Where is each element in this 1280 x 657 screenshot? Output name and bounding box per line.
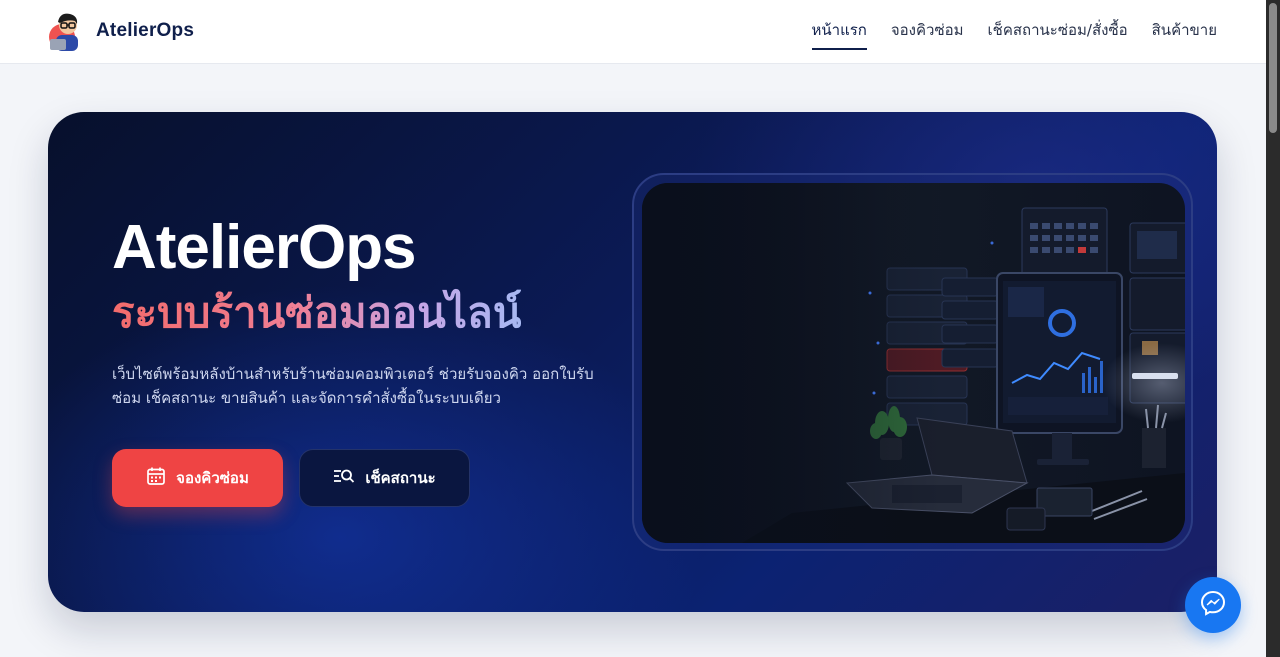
book-repair-button-label: จองคิวซ่อม [176, 469, 249, 487]
hero-description: เว็บไซต์พร้อมหลังบ้านสำหรับร้านซ่อมคอมพิ… [112, 365, 594, 407]
developer-avatar-icon [48, 11, 86, 51]
hero-subtitle: ระบบร้านซ่อมออนไลน์ [112, 280, 521, 346]
hero-section: AtelierOps ระบบร้านซ่อมออนไลน์ เว็บไซต์พ… [48, 112, 1217, 612]
book-repair-button[interactable]: จองคิวซ่อม [112, 449, 283, 507]
check-status-button[interactable]: เช็คสถานะ [299, 449, 470, 507]
nav-item-home[interactable]: หน้าแรก [811, 18, 867, 50]
calendar-icon [146, 466, 166, 490]
main-nav: หน้าแรก จองคิวซ่อม เช็คสถานะซ่อม/สั่งซื้… [811, 18, 1217, 50]
hero-title: AtelierOps [112, 213, 417, 282]
repair-dashboard-illustration [642, 183, 1185, 543]
nav-item-products[interactable]: สินค้าขาย [1152, 18, 1217, 50]
nav-item-check-status[interactable]: เช็คสถานะซ่อม/สั่งซื้อ [988, 18, 1128, 50]
hero-image-frame [632, 173, 1193, 551]
scrollbar-thumb[interactable] [1269, 3, 1277, 133]
list-search-icon [333, 467, 355, 489]
check-status-button-label: เช็คสถานะ [365, 469, 436, 487]
messenger-icon [1200, 590, 1226, 620]
brand-logo-link[interactable]: AtelierOps [48, 11, 194, 51]
page-scrollbar[interactable] [1266, 0, 1280, 657]
nav-item-book-repair[interactable]: จองคิวซ่อม [891, 18, 964, 50]
site-header: AtelierOps หน้าแรก จองคิวซ่อม เช็คสถานะซ… [0, 0, 1266, 64]
brand-name: AtelierOps [96, 20, 195, 41]
messenger-chat-button[interactable] [1185, 577, 1241, 633]
